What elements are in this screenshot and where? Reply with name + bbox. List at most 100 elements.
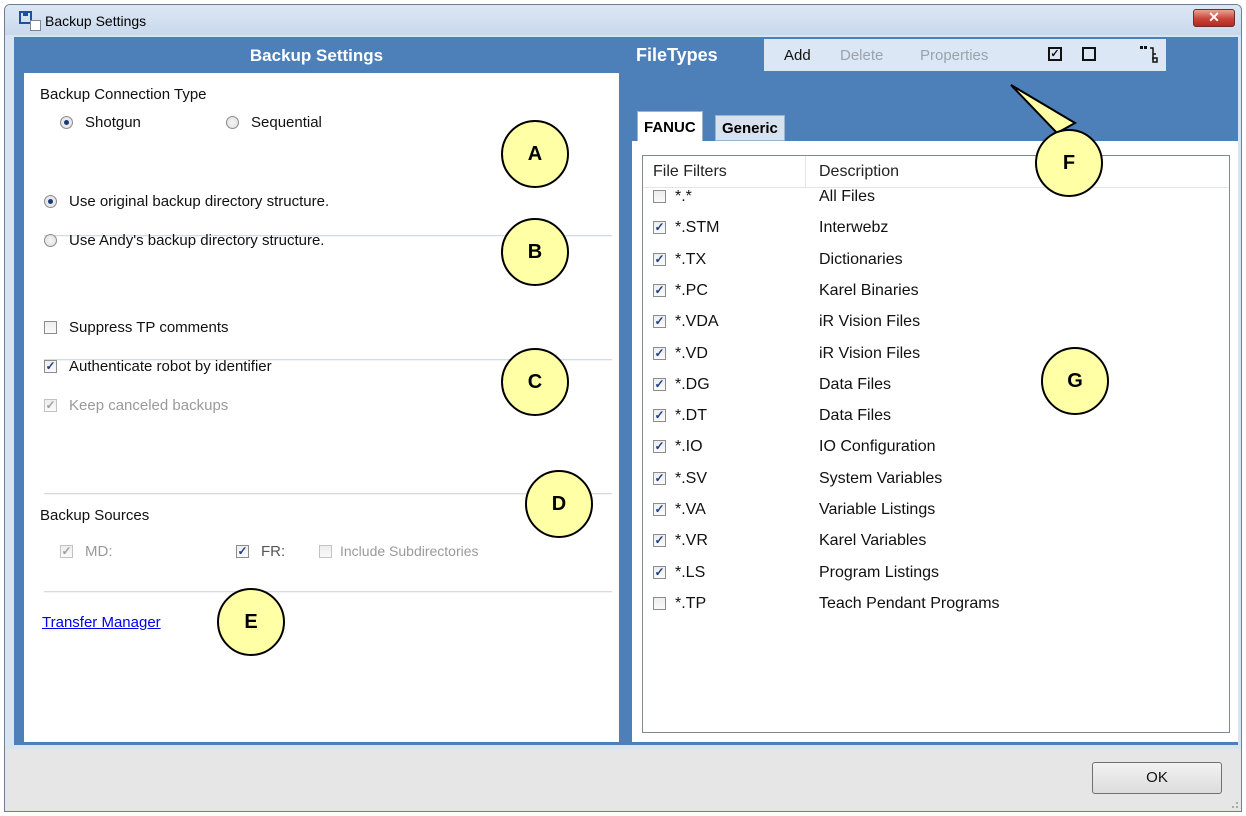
description-cell: Karel Binaries [819, 281, 919, 299]
table-row[interactable]: ✓ *.SV System Variables [643, 464, 1229, 495]
column-file-filters[interactable]: File Filters [653, 163, 727, 181]
file-filter-cell: *.VD [675, 344, 708, 362]
file-filter-cell: *.TP [675, 594, 707, 612]
file-filter-cell: *.STM [675, 219, 720, 237]
row-checkbox[interactable]: ✓ [653, 283, 666, 297]
radio-original-structure[interactable]: Use original backup directory structure. [44, 193, 329, 210]
tab-fanuc[interactable]: FANUC [637, 111, 703, 141]
checkbox-label: Suppress TP comments [69, 319, 229, 336]
table-row[interactable]: ✓ *.TX Dictionaries [643, 245, 1229, 276]
description-cell: iR Vision Files [819, 313, 921, 331]
callout-g: G [1041, 347, 1109, 415]
row-checkbox[interactable]: ✓ [653, 565, 666, 579]
uncheck-all-icon[interactable] [1082, 47, 1096, 61]
row-checkbox[interactable]: ✓ [653, 534, 666, 548]
row-checkbox[interactable]: ✓ [653, 252, 666, 266]
delete-button[interactable]: Delete [840, 47, 883, 64]
table-row[interactable]: ✓ *.LS Program Listings [643, 558, 1229, 589]
description-cell: System Variables [819, 469, 943, 487]
file-filter-cell: *.* [675, 188, 692, 205]
file-filter-cell: *.DG [675, 375, 710, 393]
radio-label: Use original backup directory structure. [69, 193, 330, 210]
description-cell: Interwebz [819, 219, 889, 237]
row-checkbox[interactable]: ✓ [653, 315, 666, 329]
table-row[interactable]: ✓ *.VD iR Vision Files [643, 339, 1229, 370]
include-subdirectories-checkbox[interactable]: Include Subdirectories [319, 543, 479, 559]
table-row[interactable]: *.TP Teach Pendant Programs [643, 589, 1229, 620]
description-cell: iR Vision Files [819, 344, 921, 362]
row-checkbox[interactable]: ✓ [653, 409, 666, 423]
row-checkbox[interactable] [653, 190, 666, 203]
file-filter-cell: *.PC [675, 281, 708, 299]
radio-indicator [60, 116, 73, 129]
row-checkbox[interactable]: ✓ [653, 471, 666, 485]
callout-e: E [217, 588, 285, 656]
md-checkbox[interactable]: ✓ MD: [60, 543, 113, 560]
file-filter-cell: *.IO [675, 438, 703, 456]
radio-shotgun[interactable]: Shotgun [60, 114, 141, 131]
description-cell: Karel Variables [819, 532, 927, 550]
check-all-icon[interactable]: ✓ [1048, 47, 1062, 61]
row-checkbox[interactable]: ✓ [653, 503, 666, 516]
table-row[interactable]: ✓ *.VDA iR Vision Files [643, 307, 1229, 338]
row-checkbox[interactable]: ✓ [653, 377, 666, 391]
description-cell: Data Files [819, 407, 892, 425]
resize-grip-icon[interactable] [1227, 797, 1239, 809]
description-cell: All Files [819, 188, 876, 205]
description-cell: IO Configuration [819, 438, 936, 456]
callout-f: F [1035, 129, 1103, 197]
checkbox-label: Authenticate robot by identifier [69, 358, 272, 375]
radio-sequential[interactable]: Sequential [226, 114, 322, 131]
description-cell: Dictionaries [819, 250, 903, 268]
file-filter-cell: *.VR [675, 532, 708, 550]
window-title: Backup Settings [45, 13, 147, 29]
keep-canceled-backups-checkbox[interactable]: ✓ Keep canceled backups [44, 397, 228, 414]
fr-checkbox[interactable]: ✓ FR: [236, 543, 285, 560]
authenticate-robot-checkbox[interactable]: ✓ Authenticate robot by identifier [44, 358, 272, 375]
file-filter-cell: *.TX [675, 250, 707, 268]
row-checkbox[interactable] [653, 596, 666, 610]
filetypes-toolbar: Add Delete Properties ✓ [764, 39, 1166, 71]
tab-generic[interactable]: Generic [715, 115, 785, 141]
app-icon [19, 11, 41, 31]
table-row[interactable]: ✓ *.DG Data Files [643, 370, 1229, 401]
properties-button[interactable]: Properties [920, 47, 988, 64]
row-checkbox[interactable]: ✓ [653, 221, 666, 235]
add-button[interactable]: Add [784, 47, 811, 64]
description-cell: Variable Listings [819, 501, 936, 518]
row-checkbox[interactable]: ✓ [653, 346, 666, 360]
file-filters-list[interactable]: File Filters Description *.* All Files ✓ *.… [642, 155, 1230, 733]
checkbox-indicator: ✓ [236, 544, 249, 558]
table-row[interactable]: ✓ *.VR Karel Variables [643, 526, 1229, 557]
ok-button[interactable]: OK [1092, 762, 1222, 794]
checkbox-label: Keep canceled backups [69, 397, 229, 414]
checkbox-indicator: ✓ [44, 359, 57, 373]
radio-indicator [44, 234, 57, 247]
callout-a: A [501, 120, 569, 188]
file-filter-cell: *.LS [675, 563, 706, 581]
close-button[interactable]: ✕ [1193, 9, 1235, 27]
file-filter-cell: *.DT [675, 407, 707, 425]
table-row[interactable]: ✓ *.PC Karel Binaries [643, 276, 1229, 307]
table-row[interactable]: *.* All Files [643, 182, 1229, 213]
radio-label: Shotgun [85, 114, 141, 131]
checkbox-indicator [319, 544, 332, 558]
table-row[interactable]: ✓ *.DT Data Files [643, 401, 1229, 432]
table-row[interactable]: ✓ *.STM Interwebz [643, 213, 1229, 244]
column-description[interactable]: Description [819, 163, 899, 181]
checkbox-indicator: ✓ [60, 544, 73, 558]
row-checkbox[interactable]: ✓ [653, 440, 666, 454]
checkbox-indicator [44, 321, 57, 334]
radio-indicator [44, 195, 57, 208]
checkbox-label: Include Subdirectories [340, 543, 479, 559]
callout-b: B [501, 218, 569, 286]
table-row[interactable]: ✓ *.IO IO Configuration [643, 432, 1229, 463]
file-filter-cell: *.VDA [675, 313, 719, 331]
table-row[interactable]: ✓ *.VA Variable Listings [643, 495, 1229, 526]
dialog-button-bar [5, 749, 1241, 811]
tree-view-icon[interactable] [1138, 44, 1158, 64]
radio-andys-structure[interactable]: Use Andy's backup directory structure. [44, 232, 324, 249]
suppress-tp-comments-checkbox[interactable]: Suppress TP comments [44, 319, 229, 336]
transfer-manager-link[interactable]: Transfer Manager [42, 614, 161, 631]
right-panel: File Filters Description *.* All Files ✓ *.… [632, 141, 1238, 742]
